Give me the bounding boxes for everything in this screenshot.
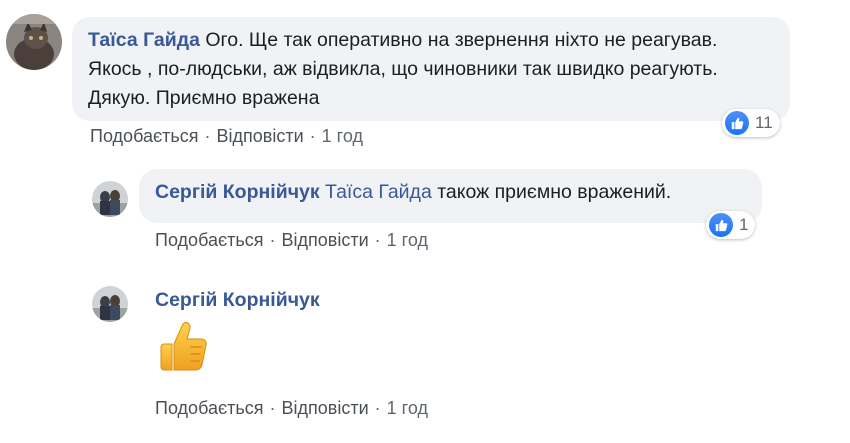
reply-link[interactable]: Відповісти [217,126,304,146]
comment-actions: Подобається · Відповісти · 1 год [155,230,428,251]
comment-body: також приємно вражений. [437,181,672,203]
separator: · [309,126,316,146]
mention-link[interactable]: Таїса Гайда [325,181,432,203]
separator: · [374,230,381,250]
timestamp-link[interactable]: 1 год [387,230,428,250]
like-reaction-icon [709,213,733,237]
comment-text: Таїса Гайда Ого. Ще так оперативно на зв… [88,26,774,113]
reply-link[interactable]: Відповісти [282,398,369,418]
separator: · [269,398,276,418]
like-link[interactable]: Подобається [155,398,264,418]
separator: · [204,126,211,146]
thumbs-up-icon [158,318,210,379]
comment-bubble: Таїса Гайда Ого. Ще так оперативно на зв… [72,17,790,121]
separator: · [374,398,381,418]
separator: · [269,230,276,250]
reaction-count: 11 [755,113,773,132]
avatar[interactable] [92,181,128,217]
timestamp-link[interactable]: 1 год [322,126,363,146]
comment-bubble: Сергій Корнійчук Таїса Гайда також приєм… [139,169,762,223]
reaction-summary[interactable]: 11 [722,109,780,137]
avatar[interactable] [92,286,128,322]
like-link[interactable]: Подобається [90,126,199,146]
reply-link[interactable]: Відповісти [282,230,369,250]
reaction-count: 1 [739,215,749,234]
comment-author[interactable]: Сергій Корнійчук [155,289,320,312]
reaction-summary[interactable]: 1 [706,211,756,239]
comment-actions: Подобається · Відповісти · 1 год [90,126,363,147]
like-link[interactable]: Подобається [155,230,264,250]
timestamp-link[interactable]: 1 год [387,398,428,418]
avatar[interactable] [6,14,62,70]
comment-text: Сергій Корнійчук Таїса Гайда також приєм… [155,178,746,207]
comment-author[interactable]: Сергій Корнійчук [155,181,320,203]
comment-actions: Подобається · Відповісти · 1 год [155,398,428,419]
comment-author[interactable]: Таїса Гайда [88,29,200,51]
like-reaction-icon [725,111,749,135]
